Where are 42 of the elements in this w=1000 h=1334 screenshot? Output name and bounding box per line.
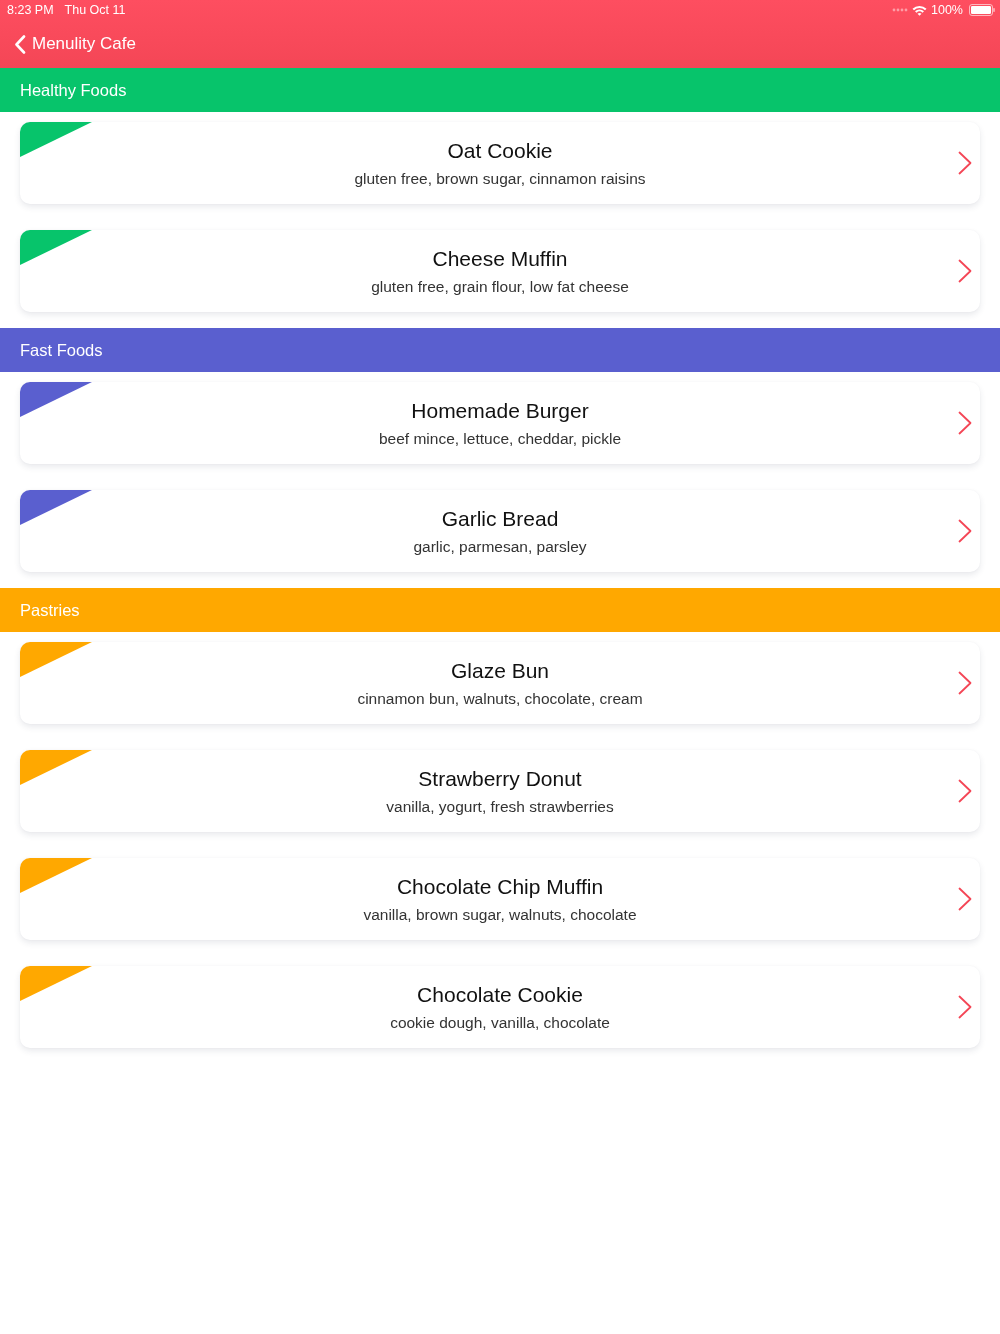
item-name: Garlic Bread bbox=[441, 506, 559, 532]
chevron-right-icon bbox=[958, 779, 972, 803]
item-name: Chocolate Chip Muffin bbox=[396, 874, 604, 900]
section-title: Fast Foods bbox=[20, 340, 103, 360]
menu-item-card[interactable]: Chocolate Chip Muffin vanilla, brown sugar, walnuts, chocolate bbox=[20, 858, 980, 940]
item-ingredients: vanilla, yogurt, fresh strawberries bbox=[386, 797, 614, 817]
item-name: Cheese Muffin bbox=[432, 246, 568, 272]
item-name: Glaze Bun bbox=[450, 658, 550, 684]
chevron-right-icon bbox=[958, 887, 972, 911]
item-ingredients: gluten free, grain flour, low fat cheese bbox=[371, 277, 629, 297]
status-date: Thu Oct 11 bbox=[64, 3, 126, 17]
chevron-right-icon bbox=[958, 151, 972, 175]
item-ingredients: cinnamon bun, walnuts, chocolate, cream bbox=[357, 689, 643, 709]
item-name: Chocolate Cookie bbox=[417, 982, 583, 1008]
menu-item-card[interactable]: Cheese Muffin gluten free, grain flour, low fat cheese bbox=[20, 230, 980, 312]
item-ingredients: cookie dough, vanilla, chocolate bbox=[390, 1013, 610, 1033]
item-ingredients: beef mince, lettuce, cheddar, pickle bbox=[378, 429, 622, 449]
chevron-right-icon bbox=[958, 519, 972, 543]
item-name: Oat Cookie bbox=[447, 138, 553, 164]
chevron-right-icon bbox=[958, 259, 972, 283]
wifi-icon bbox=[912, 4, 927, 16]
item-name: Homemade Burger bbox=[411, 398, 589, 424]
item-ingredients: garlic, parmesan, parsley bbox=[413, 537, 587, 557]
menu-item-card[interactable]: Oat Cookie gluten free, brown sugar, cinnamon raisins bbox=[20, 122, 980, 204]
battery-icon bbox=[969, 4, 995, 16]
item-name: Strawberry Donut bbox=[418, 766, 582, 792]
menu-item-card[interactable]: Homemade Burger beef mince, lettuce, cheddar, pickle bbox=[20, 382, 980, 464]
chevron-left-icon bbox=[14, 34, 26, 54]
signal-dots-icon bbox=[892, 8, 908, 12]
status-time: 8:23 PM bbox=[7, 3, 54, 17]
item-ingredients: gluten free, brown sugar, cinnamon raisins bbox=[354, 169, 646, 189]
section-title: Healthy Foods bbox=[20, 80, 127, 100]
menu-item-card[interactable]: Chocolate Cookie cookie dough, vanilla, chocolate bbox=[20, 966, 980, 1048]
section-title: Pastries bbox=[20, 600, 80, 620]
menu-item-card[interactable]: Glaze Bun cinnamon bun, walnuts, chocolate, cream bbox=[20, 642, 980, 724]
chevron-right-icon bbox=[958, 671, 972, 695]
item-ingredients: vanilla, brown sugar, walnuts, chocolate bbox=[363, 905, 637, 925]
chevron-right-icon bbox=[958, 411, 972, 435]
menu-item-card[interactable]: Strawberry Donut vanilla, yogurt, fresh strawberries bbox=[20, 750, 980, 832]
battery-percentage: 100% bbox=[931, 3, 963, 17]
menu-item-card[interactable]: Garlic Bread garlic, parmesan, parsley bbox=[20, 490, 980, 572]
chevron-right-icon bbox=[958, 995, 972, 1019]
